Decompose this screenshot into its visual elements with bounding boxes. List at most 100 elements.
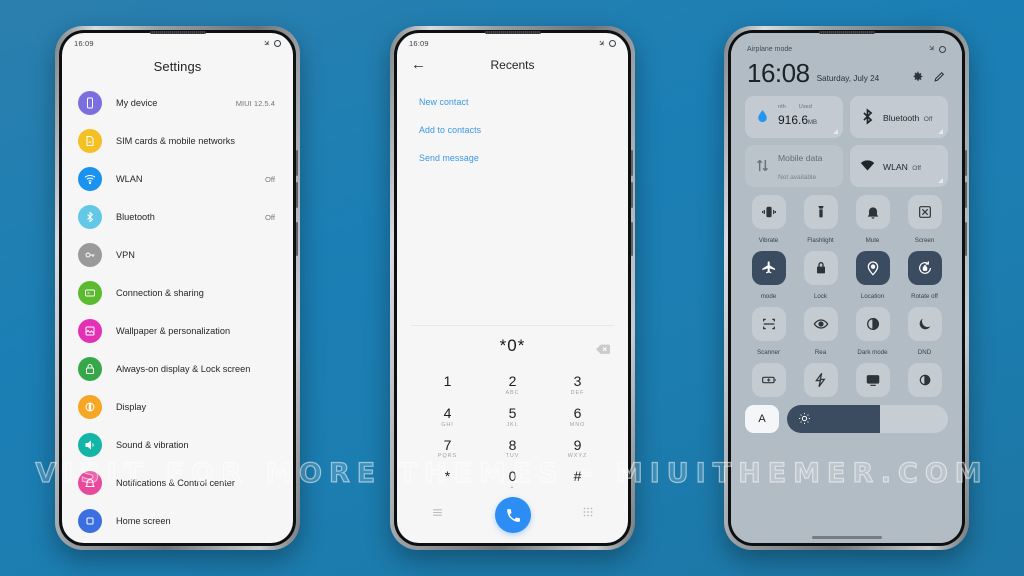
dial-key-star[interactable]: *	[415, 463, 480, 495]
volume-up-button[interactable]	[296, 150, 298, 176]
toggle-scanner[interactable]: Scanner	[745, 306, 792, 359]
sidebar-item-vpn[interactable]: VPN	[66, 236, 289, 274]
tile-expand-corner[interactable]	[938, 177, 943, 183]
toggle-flashlight[interactable]: Flashlight	[797, 194, 844, 247]
toggle-power-boost[interactable]	[797, 362, 844, 397]
dial-key-9[interactable]: 9 WXYZ	[545, 432, 610, 464]
sidebar-item-notifications[interactable]: Notifications & Control center	[66, 464, 289, 502]
tile-wlan[interactable]: WLAN Off	[850, 144, 948, 187]
sidebar-item-wallpaper[interactable]: Wallpaper & personalization	[66, 312, 289, 350]
dialed-number-display[interactable]: *0*	[500, 336, 526, 356]
clock-date: Saturday, July 24	[816, 73, 880, 83]
settings-list: My device MIUI 12.5.4 SIM cards & mobile…	[62, 84, 293, 540]
brightness-slider[interactable]	[787, 404, 948, 433]
gear-icon[interactable]	[911, 70, 924, 83]
tile-expand-corner[interactable]	[938, 128, 943, 134]
screenshot-icon	[907, 194, 942, 229]
edit-pencil-icon[interactable]	[933, 70, 946, 83]
sidebar-item-bluetooth[interactable]: Bluetooth Off	[66, 198, 289, 236]
tile-text: Bluetooth Off	[883, 108, 939, 126]
toggle-lock[interactable]: Lock	[797, 250, 844, 303]
power-button[interactable]	[296, 222, 298, 256]
earpiece-speaker	[149, 31, 206, 34]
key-letters: PQRS	[437, 453, 458, 460]
toggle-label: Rea	[814, 348, 827, 356]
volume-up-button[interactable]	[965, 150, 967, 176]
dial-key-3[interactable]: 3 DEF	[545, 368, 610, 400]
key-letters: GHI	[441, 421, 454, 428]
sidebar-item-label: Notifications & Control center	[116, 477, 235, 488]
toggle-dark-mode[interactable]: Dark mode	[849, 306, 896, 359]
toggle-battery-saver[interactable]	[745, 362, 792, 397]
auto-brightness-button[interactable]: A	[745, 404, 779, 433]
tile-expand-corner[interactable]	[833, 128, 838, 134]
sidebar-item-display[interactable]: Display	[66, 388, 289, 426]
scanner-icon	[751, 306, 786, 341]
big-tile-grid: nth Used 916.6MB Bluetooth Off Mobile da…	[731, 95, 962, 187]
add-to-contacts-link[interactable]: Add to contacts	[419, 116, 606, 144]
tile-text: WLAN Off	[883, 157, 939, 175]
new-contact-link[interactable]: New contact	[419, 88, 606, 116]
tile-mobile-data[interactable]: Mobile data Not available	[745, 144, 843, 187]
dial-key-8[interactable]: 8 TUV	[480, 432, 545, 464]
volume-down-button[interactable]	[296, 182, 298, 208]
sidebar-item-sound-vibration[interactable]: Sound & vibration	[66, 426, 289, 464]
dial-key-1[interactable]: 1	[415, 368, 480, 400]
toggle-cast[interactable]	[849, 362, 896, 397]
sidebar-item-always-on-display[interactable]: Always-on display & Lock screen	[66, 350, 289, 388]
toggle-dnd[interactable]: DND	[901, 306, 948, 359]
sidebar-item-my-device[interactable]: My device MIUI 12.5.4	[66, 84, 289, 122]
key-digit: 9	[573, 436, 582, 453]
airplane-icon	[751, 250, 786, 285]
toggle-airplane-mode[interactable]: mode	[745, 250, 792, 303]
volume-up-button[interactable]	[631, 150, 633, 176]
volume-down-button[interactable]	[631, 182, 633, 208]
back-arrow-icon[interactable]: ←	[411, 57, 431, 72]
sidebar-item-sim-cards[interactable]: SIM cards & mobile networks	[66, 122, 289, 160]
dial-keypad: 1 2 ABC 3 DEF 4 GHI 5 JKL 6 MNO 7 PQRS 8…	[397, 366, 628, 495]
sidebar-item-home-screen[interactable]: Home screen	[66, 502, 289, 540]
toggle-mute[interactable]: Mute	[849, 194, 896, 247]
tile-subtitle: Off	[923, 115, 933, 123]
dial-key-0[interactable]: 0 +	[480, 463, 545, 495]
toggle-vibrate[interactable]: Vibrate	[745, 194, 792, 247]
brightness-icon	[78, 395, 102, 419]
sidebar-item-label: VPN	[116, 249, 135, 260]
dialer-header: ← Recents	[397, 51, 628, 82]
backspace-icon[interactable]	[596, 341, 610, 354]
tile-data-usage[interactable]: nth Used 916.6MB	[745, 95, 843, 138]
volume-down-button[interactable]	[965, 182, 967, 208]
toggle-location[interactable]: Location	[849, 250, 896, 303]
dial-key-4[interactable]: 4 GHI	[415, 400, 480, 432]
dial-key-5[interactable]: 5 JKL	[480, 400, 545, 432]
key-letters: MNO	[569, 421, 586, 428]
sidebar-item-connection-sharing[interactable]: Connection & sharing	[66, 274, 289, 312]
dial-key-7[interactable]: 7 PQRS	[415, 432, 480, 464]
sidebar-item-wlan[interactable]: WLAN Off	[66, 160, 289, 198]
menu-icon[interactable]	[431, 506, 444, 524]
toggle-reading-mode[interactable]: Rea	[797, 306, 844, 359]
toggle-screenshot[interactable]: Screen	[901, 194, 948, 247]
dial-key-6[interactable]: 6 MNO	[545, 400, 610, 432]
status-bar: 16:09 ✈	[397, 33, 628, 51]
tile-subtitle: Off	[912, 164, 921, 172]
dial-key-hash[interactable]: #	[545, 463, 610, 495]
toggle-label: Rotate off	[911, 292, 938, 300]
toggle-rotate-off[interactable]: Rotate off	[901, 250, 948, 303]
toggle-sunlight-mode[interactable]	[901, 362, 948, 397]
send-message-link[interactable]: Send message	[419, 144, 606, 172]
dial-key-2[interactable]: 2 ABC	[480, 368, 545, 400]
sidebar-item-label: Sound & vibration	[116, 439, 189, 450]
tile-bluetooth[interactable]: Bluetooth Off	[850, 95, 948, 138]
circle-icon	[274, 40, 281, 47]
sidebar-item-label: Bluetooth	[116, 211, 155, 222]
airplane-icon: ✈	[596, 37, 608, 49]
location-pin-icon	[855, 250, 890, 285]
keypad-icon[interactable]	[582, 506, 594, 524]
power-button[interactable]	[965, 222, 967, 256]
key-letters	[415, 390, 480, 397]
square-icon	[78, 509, 102, 533]
call-button[interactable]	[495, 497, 531, 533]
power-button[interactable]	[631, 222, 633, 256]
earpiece-speaker	[818, 31, 875, 34]
